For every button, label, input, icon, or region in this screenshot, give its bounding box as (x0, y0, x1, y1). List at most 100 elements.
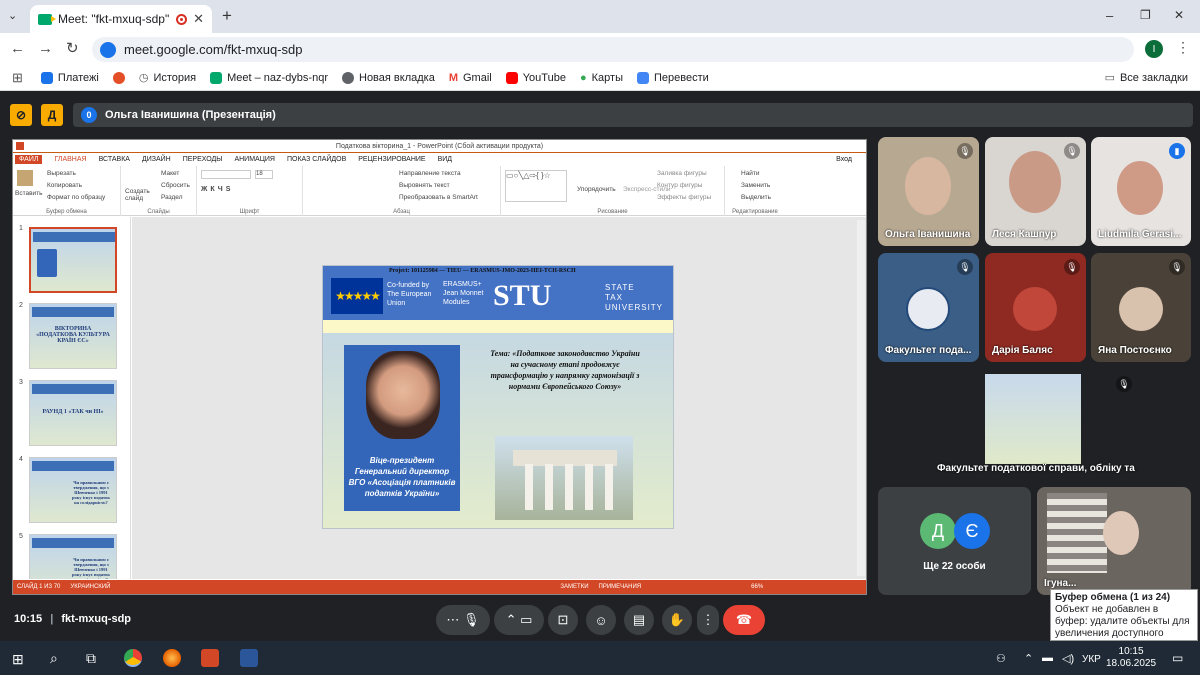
bookmark-new-tab[interactable]: Новая вкладка (342, 71, 435, 84)
select-button[interactable]: Выделить (741, 194, 771, 201)
ppt-tab-transitions[interactable]: ПЕРЕХОДЫ (183, 156, 223, 163)
participant-tile[interactable]: ▮ Liudmila Gerasi... (1091, 137, 1191, 246)
more-options-button[interactable]: ⋮ (697, 605, 719, 635)
slide-thumb-2[interactable]: ВІКТОРИНА «ПОДАТКОВА КУЛЬТУРА КРАЇН ЄС» (29, 303, 117, 369)
tab-search-icon[interactable]: ⌄ (8, 9, 17, 22)
ppt-tab-file[interactable]: ФАЙЛ (15, 155, 43, 164)
omnibox[interactable]: meet.google.com/fkt-mxuq-sdp (92, 37, 1134, 62)
participant-tile[interactable]: 🎙 Леся Кашпур (985, 137, 1086, 246)
presentation-off-icon[interactable]: ⊘ (10, 104, 32, 126)
word-taskbar-icon[interactable] (240, 649, 258, 667)
ppt-tab-design[interactable]: ДИЗАЙН (142, 156, 171, 163)
ppt-tab-slideshow[interactable]: ПОКАЗ СЛАЙДОВ (287, 156, 346, 163)
shape-effects-button[interactable]: Эффекты фигуры (657, 194, 711, 201)
font-size-box[interactable]: 18 (255, 170, 273, 179)
volume-icon[interactable]: ◁) (1062, 652, 1074, 665)
slide-thumb-1[interactable] (29, 227, 117, 293)
ppt-vertical-scrollbar[interactable] (857, 220, 865, 576)
clipboard-toast[interactable]: Буфер обмена (1 из 24) Объект не добавле… (1050, 589, 1198, 651)
zoom-level[interactable]: 66% (751, 584, 763, 590)
participant-tile[interactable]: 🎙 Дарія Баляс (985, 253, 1086, 362)
font-style-buttons[interactable]: ЖКЧS (201, 186, 233, 193)
more-participants-tile[interactable]: Д Є Ще 22 особи (878, 487, 1031, 595)
bookmark-maps[interactable]: ● Карты (580, 72, 623, 84)
arrange-button[interactable]: Упорядочить (577, 186, 616, 193)
paste-button[interactable]: Вставить (15, 190, 43, 197)
reload-icon[interactable]: ↻ (66, 39, 79, 57)
powerpoint-taskbar-icon[interactable] (201, 649, 219, 667)
tab-meet[interactable]: Meet: "fkt-mxuq-sdp" ✕ (30, 5, 212, 33)
camera-button[interactable]: ⌃ ▭ (494, 605, 544, 635)
taskbar-clock[interactable]: 10:15 18.06.2025 (1106, 646, 1156, 670)
site-info-icon[interactable] (100, 41, 116, 58)
shape-outline-button[interactable]: Контур фигуры (657, 182, 702, 189)
presentation-layout-icon[interactable]: Д (41, 104, 63, 126)
present-button[interactable]: ⊡ (548, 605, 578, 635)
find-button[interactable]: Найти (741, 170, 760, 177)
mic-button[interactable]: ⋯ 🎙 (436, 605, 490, 635)
close-tab-icon[interactable]: ✕ (193, 11, 204, 27)
people-tray-icon[interactable]: ⚇ (996, 652, 1006, 665)
raise-hand-button[interactable]: ✋ (662, 605, 692, 635)
chrome-taskbar-icon[interactable] (124, 649, 142, 667)
back-icon[interactable]: ← (10, 40, 25, 57)
apps-grid-icon[interactable]: ⊞ (12, 70, 23, 86)
battery-icon[interactable]: ▬ (1042, 652, 1053, 664)
participant-tile[interactable]: 🎙 Яна Постоєнко (1091, 253, 1191, 362)
layout-button[interactable]: Макет (161, 170, 179, 177)
copy-button[interactable]: Копировать (47, 182, 82, 189)
bookmark-gmail[interactable]: M Gmail (449, 72, 492, 84)
text-direction-button[interactable]: Направление текста (399, 170, 461, 177)
align-text-button[interactable]: Выровнять текст (399, 182, 450, 189)
slide-thumb-5[interactable]: Чи правильним є твердження, що з Шевченк… (29, 534, 117, 579)
ppt-tab-home[interactable]: ГЛАВНАЯ (54, 156, 86, 163)
menu-kebab-icon[interactable]: ⋮ (1176, 39, 1190, 56)
minimize-button[interactable]: – (1106, 8, 1113, 23)
ppt-login[interactable]: Вход (836, 156, 852, 163)
ppt-tab-insert[interactable]: ВСТАВКА (99, 156, 130, 163)
section-button[interactable]: Раздел (161, 194, 182, 201)
ppt-tab-view[interactable]: ВИД (438, 156, 452, 163)
ppt-tab-animation[interactable]: АНИМАЦИЯ (234, 156, 275, 163)
smartart-button[interactable]: Преобразовать в SmartArt (399, 194, 478, 201)
input-language[interactable]: УКР (1082, 654, 1101, 665)
format-painter-button[interactable]: Формат по образцу (47, 194, 105, 201)
shapes-gallery[interactable]: ▭○╲△⇨{ }☆ (505, 170, 567, 202)
slide-thumb-4[interactable]: Чи правильним є твердження, що з Шевченк… (29, 457, 117, 523)
bookmark-payments[interactable]: Платежі (40, 71, 99, 84)
cut-button[interactable]: Вырезать (47, 170, 76, 177)
slide-thumb-3[interactable]: РАУНД 1 «ТАК чи НІ» (29, 380, 117, 446)
task-view-icon[interactable]: ⧉ (86, 650, 96, 667)
profile-avatar[interactable]: I (1145, 40, 1163, 58)
participant-tile[interactable]: 🎙 Факультет пода... (878, 253, 979, 362)
shape-fill-button[interactable]: Заливка фигуры (657, 170, 707, 177)
reset-button[interactable]: Сбросить (161, 182, 190, 189)
new-slide-button[interactable]: Создать слайд (125, 188, 150, 202)
emoji-button[interactable]: ☺ (586, 605, 616, 635)
participant-tile-screen[interactable]: 🎙 Факультет податкової справи, обліку та… (930, 370, 1138, 480)
firefox-taskbar-icon[interactable] (163, 649, 181, 667)
bookmark-translate[interactable]: Перевести (636, 71, 709, 84)
comments-button[interactable]: ПРИМЕЧАНИЯ (599, 584, 642, 590)
participant-tile[interactable]: 🎙 Ольга Іванишина (878, 137, 979, 246)
maximize-button[interactable]: ❐ (1140, 8, 1151, 22)
all-bookmarks[interactable]: ▭ Все закладки (1105, 71, 1188, 85)
bookmark-fire[interactable] (112, 71, 125, 84)
windows-start-icon[interactable]: ⊞ (12, 651, 24, 668)
captions-button[interactable]: ▤ (624, 605, 654, 635)
notifications-icon[interactable]: ▭ (1172, 651, 1183, 665)
ppt-tab-review[interactable]: РЕЦЕНЗИРОВАНИЕ (358, 156, 425, 163)
tray-chevron-icon[interactable]: ⌃ (1024, 652, 1033, 665)
new-tab-button[interactable]: + (222, 6, 232, 26)
bookmark-meet[interactable]: Meet – naz-dybs-nqr (210, 71, 328, 84)
participant-tile[interactable]: Ігуна... (1037, 487, 1191, 595)
replace-button[interactable]: Заменить (741, 182, 770, 189)
bookmark-history[interactable]: ◷ История (139, 71, 196, 85)
notes-button[interactable]: ЗАМЕТКИ (560, 584, 588, 590)
search-taskbar-icon[interactable]: ⌕ (50, 650, 58, 667)
font-name-box[interactable] (201, 170, 251, 179)
end-call-button[interactable]: ☎ (723, 605, 765, 635)
bookmark-youtube[interactable]: YouTube (505, 71, 566, 84)
close-window-button[interactable]: ✕ (1174, 8, 1184, 22)
forward-icon[interactable]: → (38, 40, 53, 57)
